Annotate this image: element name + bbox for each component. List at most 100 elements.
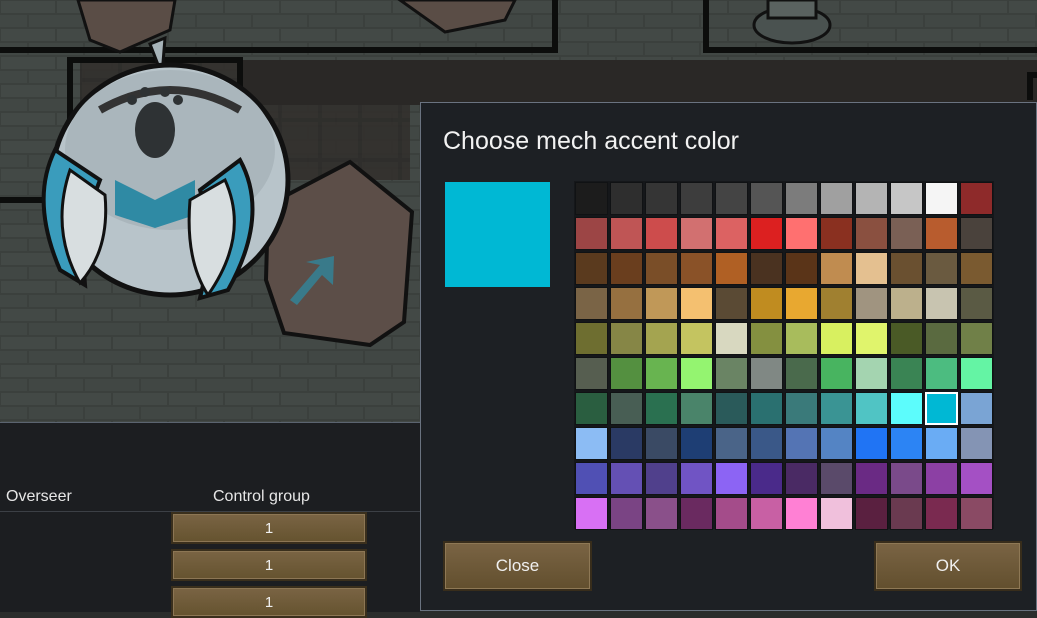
color-swatch[interactable]	[750, 497, 783, 530]
color-swatch[interactable]	[890, 287, 923, 320]
color-swatch[interactable]	[645, 182, 678, 215]
color-swatch[interactable]	[855, 427, 888, 460]
color-swatch[interactable]	[820, 322, 853, 355]
color-swatch[interactable]	[645, 252, 678, 285]
color-swatch[interactable]	[610, 182, 643, 215]
color-swatch[interactable]	[610, 392, 643, 425]
color-swatch[interactable]	[925, 182, 958, 215]
color-swatch[interactable]	[750, 427, 783, 460]
color-swatch[interactable]	[575, 427, 608, 460]
color-swatch[interactable]	[855, 217, 888, 250]
color-swatch[interactable]	[645, 287, 678, 320]
color-swatch[interactable]	[610, 287, 643, 320]
color-swatch[interactable]	[610, 252, 643, 285]
color-swatch[interactable]	[925, 287, 958, 320]
color-swatch[interactable]	[750, 357, 783, 390]
color-swatch[interactable]	[960, 182, 993, 215]
color-swatch[interactable]	[785, 287, 818, 320]
color-swatch[interactable]	[575, 497, 608, 530]
color-swatch[interactable]	[680, 287, 713, 320]
color-swatch[interactable]	[750, 182, 783, 215]
color-swatch[interactable]	[610, 497, 643, 530]
color-swatch[interactable]	[680, 357, 713, 390]
color-swatch[interactable]	[750, 217, 783, 250]
control-group-button[interactable]: 1	[171, 586, 367, 618]
color-swatch[interactable]	[785, 217, 818, 250]
close-button[interactable]: Close	[443, 541, 592, 591]
color-swatch[interactable]	[960, 427, 993, 460]
color-swatch[interactable]	[820, 287, 853, 320]
color-swatch[interactable]	[645, 217, 678, 250]
color-swatch[interactable]	[645, 357, 678, 390]
color-swatch[interactable]	[715, 182, 748, 215]
color-swatch[interactable]	[925, 217, 958, 250]
color-swatch[interactable]	[645, 497, 678, 530]
color-swatch[interactable]	[750, 462, 783, 495]
control-group-column-header[interactable]: Control group	[213, 488, 310, 506]
color-swatch[interactable]	[820, 462, 853, 495]
color-swatch[interactable]	[855, 462, 888, 495]
color-swatch[interactable]	[785, 427, 818, 460]
color-swatch[interactable]	[610, 322, 643, 355]
control-group-button[interactable]: 1	[171, 549, 367, 581]
color-swatch[interactable]	[785, 392, 818, 425]
color-swatch[interactable]	[645, 392, 678, 425]
color-swatch[interactable]	[785, 252, 818, 285]
color-swatch[interactable]	[715, 497, 748, 530]
color-swatch[interactable]	[785, 322, 818, 355]
color-swatch[interactable]	[890, 182, 923, 215]
color-swatch[interactable]	[610, 462, 643, 495]
color-swatch[interactable]	[890, 252, 923, 285]
color-swatch[interactable]	[785, 497, 818, 530]
color-swatch[interactable]	[715, 287, 748, 320]
color-swatch[interactable]	[680, 252, 713, 285]
color-swatch[interactable]	[960, 392, 993, 425]
color-swatch[interactable]	[715, 392, 748, 425]
color-swatch[interactable]	[855, 322, 888, 355]
color-swatch[interactable]	[960, 287, 993, 320]
color-swatch[interactable]	[575, 217, 608, 250]
color-swatch[interactable]	[820, 392, 853, 425]
color-swatch[interactable]	[680, 217, 713, 250]
color-swatch[interactable]	[785, 462, 818, 495]
color-swatch[interactable]	[855, 392, 888, 425]
color-swatch[interactable]	[925, 462, 958, 495]
color-swatch[interactable]	[715, 427, 748, 460]
color-swatch[interactable]	[855, 252, 888, 285]
color-swatch[interactable]	[855, 357, 888, 390]
color-swatch[interactable]	[750, 392, 783, 425]
color-swatch[interactable]	[855, 182, 888, 215]
color-swatch[interactable]	[925, 427, 958, 460]
color-swatch[interactable]	[960, 497, 993, 530]
color-swatch[interactable]	[785, 182, 818, 215]
color-swatch[interactable]	[890, 217, 923, 250]
color-swatch[interactable]	[855, 497, 888, 530]
color-swatch[interactable]	[960, 322, 993, 355]
color-swatch[interactable]	[610, 427, 643, 460]
color-swatch[interactable]	[890, 462, 923, 495]
color-swatch[interactable]	[925, 252, 958, 285]
color-swatch[interactable]	[820, 182, 853, 215]
color-swatch[interactable]	[645, 427, 678, 460]
color-swatch[interactable]	[715, 217, 748, 250]
color-swatch[interactable]	[785, 357, 818, 390]
color-swatch[interactable]	[575, 252, 608, 285]
color-swatch[interactable]	[890, 357, 923, 390]
color-swatch[interactable]	[925, 392, 958, 425]
color-swatch[interactable]	[925, 357, 958, 390]
color-swatch[interactable]	[960, 252, 993, 285]
color-swatch[interactable]	[575, 182, 608, 215]
color-swatch[interactable]	[680, 462, 713, 495]
color-swatch[interactable]	[960, 217, 993, 250]
color-swatch[interactable]	[575, 322, 608, 355]
color-swatch[interactable]	[715, 322, 748, 355]
color-swatch[interactable]	[680, 182, 713, 215]
color-swatch[interactable]	[820, 497, 853, 530]
color-swatch[interactable]	[715, 252, 748, 285]
color-swatch[interactable]	[890, 497, 923, 530]
color-swatch[interactable]	[680, 427, 713, 460]
color-swatch[interactable]	[575, 462, 608, 495]
color-swatch[interactable]	[645, 322, 678, 355]
color-swatch[interactable]	[820, 252, 853, 285]
color-swatch[interactable]	[925, 322, 958, 355]
